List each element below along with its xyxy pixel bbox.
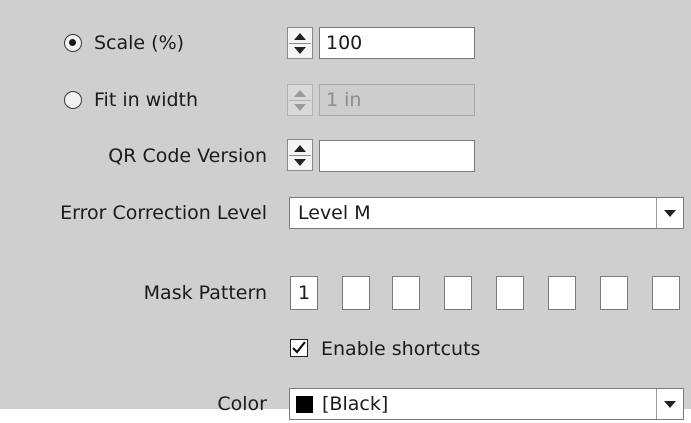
mask-box-1[interactable]: 1 [290, 276, 318, 310]
mask-box-8[interactable] [652, 276, 680, 310]
color-row: Color [Black] [0, 387, 691, 421]
fit-radio[interactable] [64, 91, 82, 109]
spinner-down-icon[interactable] [289, 43, 311, 57]
scale-spinner[interactable] [287, 27, 313, 59]
qr-version-spinner[interactable] [287, 139, 313, 171]
fit-spinner[interactable] [287, 84, 313, 116]
chevron-down-icon[interactable] [656, 198, 683, 228]
radio-selected-dot [69, 39, 76, 46]
qr-version-row: QR Code Version [0, 138, 691, 172]
shortcuts-label: Enable shortcuts [321, 338, 481, 360]
color-swatch [296, 396, 313, 413]
mask-box-5[interactable] [496, 276, 524, 310]
color-label: Color [217, 393, 267, 415]
color-select[interactable]: [Black] [289, 388, 684, 420]
scale-radio[interactable] [64, 34, 82, 52]
fit-label: Fit in width [94, 89, 199, 111]
fit-row: Fit in width 1 in [0, 82, 691, 116]
spinner-down-icon[interactable] [289, 155, 311, 169]
mask-box-2[interactable] [342, 276, 370, 310]
qr-settings-panel: Scale (%) 100 Fit in width 1 in QR Code … [0, 0, 691, 420]
mask-pattern-row: Mask Pattern 1 [0, 276, 691, 310]
mask-box-4[interactable] [444, 276, 472, 310]
checkmark-icon [292, 341, 306, 354]
mask-box-6[interactable] [548, 276, 576, 310]
fit-input[interactable]: 1 in [319, 84, 475, 116]
error-correction-label: Error Correction Level [60, 202, 267, 224]
scale-label: Scale (%) [94, 32, 185, 54]
mask-box-7[interactable] [600, 276, 628, 310]
spinner-up-icon[interactable] [289, 86, 311, 101]
error-correction-value: Level M [298, 202, 371, 224]
error-correction-row: Error Correction Level Level M [0, 196, 691, 230]
color-value: [Black] [322, 393, 389, 415]
scale-input[interactable]: 100 [319, 27, 475, 59]
spinner-up-icon[interactable] [289, 29, 311, 44]
shortcuts-row: Enable shortcuts [0, 336, 691, 364]
spinner-up-icon[interactable] [289, 141, 311, 156]
shortcuts-checkbox[interactable] [290, 339, 308, 357]
mask-box-3[interactable] [392, 276, 420, 310]
chevron-down-icon[interactable] [656, 389, 683, 419]
qr-version-label: QR Code Version [108, 145, 267, 167]
scale-row: Scale (%) 100 [0, 26, 691, 60]
mask-pattern-label: Mask Pattern [143, 282, 267, 304]
error-correction-select[interactable]: Level M [289, 197, 684, 229]
qr-version-input[interactable] [319, 140, 475, 172]
spinner-down-icon[interactable] [289, 100, 311, 114]
